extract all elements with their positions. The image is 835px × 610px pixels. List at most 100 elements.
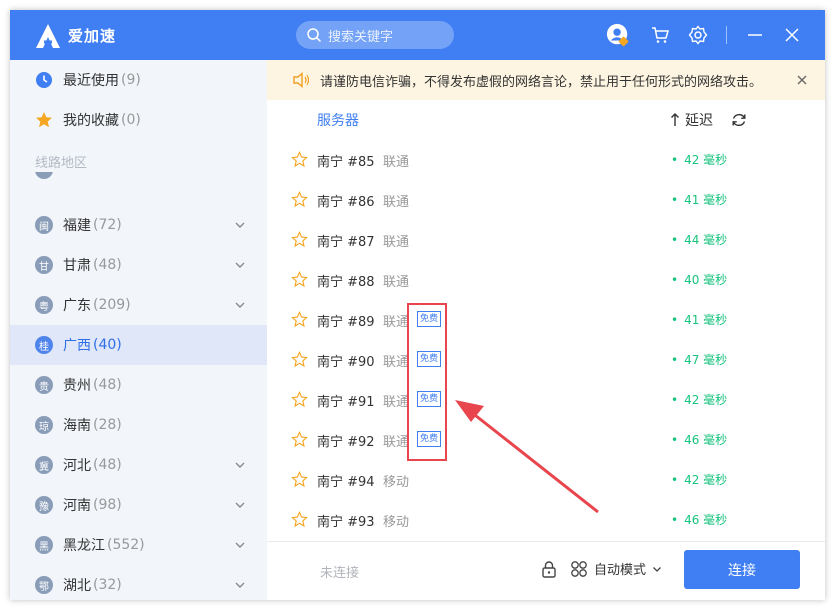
- server-row[interactable]: 南宁 #91联通免费42 毫秒: [267, 380, 825, 420]
- server-name: 南宁 #87: [317, 235, 375, 250]
- sidebar-item-label: 广东: [63, 298, 91, 314]
- chevron-down-icon[interactable]: [234, 299, 246, 311]
- server-row[interactable]: 南宁 #92联通免费46 毫秒: [267, 420, 825, 460]
- chevron-down-icon[interactable]: [234, 219, 246, 231]
- star-icon[interactable]: [291, 191, 308, 208]
- search-input[interactable]: 搜索关键字: [296, 21, 454, 49]
- province-badge: 冀: [35, 456, 53, 474]
- province-badge: 鄂: [35, 576, 53, 594]
- sidebar-item-count: (32): [93, 577, 122, 593]
- app-window: 爱加速 搜索关键字 最近使用 (9) 我的收藏 (0) 线路地区 闽 福建 (7…: [10, 10, 825, 600]
- sidebar-item-province[interactable]: 黑黑龙江 (552): [10, 525, 267, 565]
- mode-selector[interactable]: 自动模式: [540, 559, 663, 578]
- minimize-icon[interactable]: [743, 23, 767, 47]
- sidebar-item-province[interactable]: 闽福建 (72): [10, 205, 267, 245]
- sidebar-item-recent[interactable]: 最近使用 (9): [10, 60, 267, 100]
- server-row[interactable]: 南宁 #89联通免费41 毫秒: [267, 300, 825, 340]
- column-header-server[interactable]: 服务器: [317, 110, 359, 130]
- sidebar-item-count: (48): [93, 377, 122, 393]
- latency-value: 46 毫秒: [671, 431, 727, 448]
- sidebar-item-province[interactable]: 琼海南 (28): [10, 405, 267, 445]
- province-badge: 贵: [35, 376, 53, 394]
- star-icon[interactable]: [291, 391, 308, 408]
- latency-value: 40 毫秒: [671, 271, 727, 288]
- server-isp: 移动: [383, 475, 410, 490]
- sidebar-item-label: 我的收藏: [63, 113, 119, 129]
- refresh-icon[interactable]: [731, 112, 747, 128]
- sidebar-item-count: (552): [107, 537, 145, 553]
- star-icon[interactable]: [291, 311, 308, 328]
- close-icon[interactable]: [795, 73, 809, 87]
- chevron-down-icon[interactable]: [234, 499, 246, 511]
- speaker-icon: [293, 72, 310, 88]
- sidebar-item-favorites[interactable]: 我的收藏 (0): [10, 100, 267, 140]
- sidebar-item-province[interactable]: 桂广西 (40): [10, 325, 267, 365]
- sidebar-item-count: (0): [121, 112, 141, 128]
- title-bar: 爱加速 搜索关键字: [10, 10, 825, 60]
- server-isp: 联通: [383, 275, 410, 290]
- sidebar-item-count: (48): [93, 257, 122, 273]
- latency-value: 44 毫秒: [671, 231, 727, 248]
- sidebar-item-province[interactable]: 粤广东 (209): [10, 285, 267, 325]
- latency-value: 41 毫秒: [671, 311, 727, 328]
- sidebar-item-province[interactable]: 冀河北 (48): [10, 445, 267, 485]
- close-icon[interactable]: [780, 23, 804, 47]
- sidebar-item-count: (209): [93, 297, 131, 313]
- server-name: 南宁 #85: [317, 155, 375, 170]
- sidebar-item-label: 广西: [63, 338, 91, 354]
- star-icon[interactable]: [291, 231, 308, 248]
- server-name: 南宁 #94: [317, 475, 375, 490]
- server-row[interactable]: 南宁 #87 联通 44 毫秒: [267, 220, 825, 260]
- server-name: 南宁 #90: [317, 355, 375, 370]
- free-tag-highlight-box: [407, 303, 447, 461]
- province-badge: 闽: [35, 216, 53, 234]
- star-icon[interactable]: [291, 511, 308, 528]
- connect-button[interactable]: 连接: [684, 550, 800, 589]
- connection-status: 未连接: [320, 566, 360, 581]
- server-isp: 移动: [383, 515, 410, 530]
- server-row[interactable]: 南宁 #90联通免费47 毫秒: [267, 340, 825, 380]
- sidebar-item-label: 福建: [63, 218, 91, 234]
- star-icon[interactable]: [291, 431, 308, 448]
- latency-value: 46 毫秒: [671, 511, 727, 528]
- server-row[interactable]: 南宁 #85 联通 42 毫秒: [267, 140, 825, 180]
- latency-label: 延迟: [685, 113, 713, 129]
- chevron-down-icon[interactable]: [234, 459, 246, 471]
- server-isp: 联通: [383, 195, 410, 210]
- chevron-down-icon[interactable]: [234, 259, 246, 271]
- sidebar-item-count: (98): [93, 497, 122, 513]
- gear-icon[interactable]: [686, 23, 710, 47]
- star-icon[interactable]: [291, 471, 308, 488]
- server-name: 南宁 #93: [317, 515, 375, 530]
- server-isp: 联通: [383, 315, 410, 330]
- search-placeholder: 搜索关键字: [328, 29, 394, 45]
- sidebar-item-province[interactable]: 甘甘肃 (48): [10, 245, 267, 285]
- sidebar-item-label: 甘肃: [63, 258, 91, 274]
- server-row[interactable]: 南宁 #86 联通 41 毫秒: [267, 180, 825, 220]
- avatar-icon[interactable]: [606, 23, 630, 47]
- star-icon[interactable]: [291, 351, 308, 368]
- chevron-down-icon[interactable]: [234, 539, 246, 551]
- sidebar-item-count: (48): [93, 457, 122, 473]
- sidebar-item-province[interactable]: 豫河南 (98): [10, 485, 267, 525]
- server-name: 南宁 #91: [317, 395, 375, 410]
- star-icon[interactable]: [291, 151, 308, 168]
- sidebar-item-province[interactable]: 鄂湖北 (32): [10, 565, 267, 600]
- province-badge: 桂: [35, 336, 53, 354]
- star-icon[interactable]: [291, 271, 308, 288]
- mode-label: 自动模式: [594, 563, 647, 578]
- latency-value: 42 毫秒: [671, 391, 727, 408]
- star-icon: [35, 111, 53, 129]
- sidebar: 最近使用 (9) 我的收藏 (0) 线路地区 闽福建 (72) 甘甘肃 (48) 粤广东…: [10, 60, 267, 600]
- column-header-latency[interactable]: 延迟: [670, 110, 713, 130]
- server-row[interactable]: 南宁 #88 联通 40 毫秒: [267, 260, 825, 300]
- cart-icon[interactable]: [648, 23, 672, 47]
- lock-icon[interactable]: [540, 560, 558, 578]
- server-name: 南宁 #86: [317, 195, 375, 210]
- chevron-down-icon[interactable]: [234, 579, 246, 591]
- server-row[interactable]: 南宁 #94 移动 42 毫秒: [267, 460, 825, 500]
- server-row[interactable]: 南宁 #93 移动 46 毫秒: [267, 500, 825, 540]
- header-divider: [726, 26, 727, 44]
- sidebar-item-province[interactable]: 贵贵州 (48): [10, 365, 267, 405]
- sidebar-item-count: (72): [93, 217, 122, 233]
